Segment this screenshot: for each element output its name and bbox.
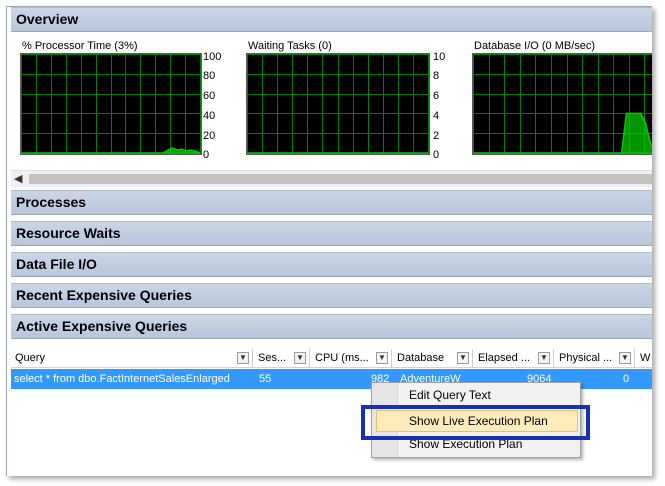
queries-grid-header: Query ▼ Ses... ▼ CPU (ms... ▼ Database ▼… <box>11 349 652 368</box>
chart-processor-svg <box>21 54 201 154</box>
column-header-label: CPU (ms... <box>315 352 369 364</box>
chart-waiting-tick: 0 <box>433 149 440 161</box>
activity-monitor-panel: Overview % Processor Time (3%) 100 80 60… <box>6 6 652 476</box>
section-active-expensive-queries-header[interactable]: Active Expensive Queries <box>11 314 652 339</box>
column-header-query[interactable]: Query ▼ <box>11 349 253 368</box>
section-data-file-io-header[interactable]: Data File I/O <box>11 252 652 277</box>
column-header-database[interactable]: Database ▼ <box>393 349 473 368</box>
chart-waiting-tasks <box>246 53 430 155</box>
filter-dropdown-icon[interactable]: ▼ <box>294 352 306 364</box>
chart-processor-tick: 80 <box>203 70 216 82</box>
chart-processor-tick: 20 <box>203 130 216 142</box>
chart-waiting-tick: 2 <box>433 130 440 142</box>
highlight-callout-box <box>361 405 590 440</box>
menu-item-edit-query-text[interactable]: Edit Query Text <box>409 385 491 405</box>
section-resource-waits-header[interactable]: Resource Waits <box>11 221 652 246</box>
section-processes-header[interactable]: Processes <box>11 190 652 215</box>
overview-horizontal-scrollbar[interactable]: ◀ <box>11 170 652 187</box>
chart-database-io <box>472 53 652 155</box>
column-header-w[interactable]: W <box>636 349 652 368</box>
column-header-label: Query <box>15 352 45 364</box>
section-recent-expensive-queries-header[interactable]: Recent Expensive Queries <box>11 283 652 308</box>
chart-title-database-io: Database I/O (0 MB/sec) <box>474 40 596 52</box>
chart-waiting-tasks-svg <box>247 54 429 154</box>
column-header-label: Physical ... <box>559 352 613 364</box>
chart-title-waiting-tasks: Waiting Tasks (0) <box>248 40 332 52</box>
column-header-label: Database <box>397 352 445 364</box>
filter-dropdown-icon[interactable]: ▼ <box>538 352 550 364</box>
chart-processor-tick: 0 <box>203 149 210 161</box>
column-header-elapsed[interactable]: Elapsed ... ▼ <box>474 349 554 368</box>
section-overview-header[interactable]: Overview <box>11 7 652 32</box>
chart-waiting-tick: 6 <box>433 90 440 102</box>
chart-processor <box>20 53 202 155</box>
column-header-session[interactable]: Ses... ▼ <box>254 349 310 368</box>
cell-query: select * from dbo.FactInternetSalesEnlar… <box>14 373 230 385</box>
column-header-physical[interactable]: Physical ... ▼ <box>555 349 635 368</box>
chart-waiting-tick: 8 <box>433 70 440 82</box>
column-header-label: Ses... <box>258 352 287 364</box>
chart-waiting-tick: 10 <box>433 51 446 63</box>
scroll-left-icon[interactable]: ◀ <box>14 172 22 185</box>
chart-database-io-svg <box>473 54 652 154</box>
column-header-cpu[interactable]: CPU (ms... ▼ <box>311 349 392 368</box>
filter-dropdown-icon[interactable]: ▼ <box>457 352 469 364</box>
filter-dropdown-icon[interactable]: ▼ <box>376 352 388 364</box>
column-header-label: Elapsed ... <box>478 352 530 364</box>
chart-series-area <box>21 147 201 154</box>
chart-waiting-tick: 4 <box>433 110 440 122</box>
chart-processor-tick: 40 <box>203 110 216 122</box>
cell-session: 55 <box>259 373 272 385</box>
chart-processor-tick: 60 <box>203 90 216 102</box>
filter-dropdown-icon[interactable]: ▼ <box>237 352 249 364</box>
cell-physical: 0 <box>623 373 630 385</box>
chart-title-processor: % Processor Time (3%) <box>22 40 138 52</box>
chart-processor-tick: 100 <box>203 51 222 63</box>
column-header-label: W <box>640 352 651 364</box>
filter-dropdown-icon[interactable]: ▼ <box>619 352 631 364</box>
scrollbar-thumb[interactable] <box>29 174 652 184</box>
